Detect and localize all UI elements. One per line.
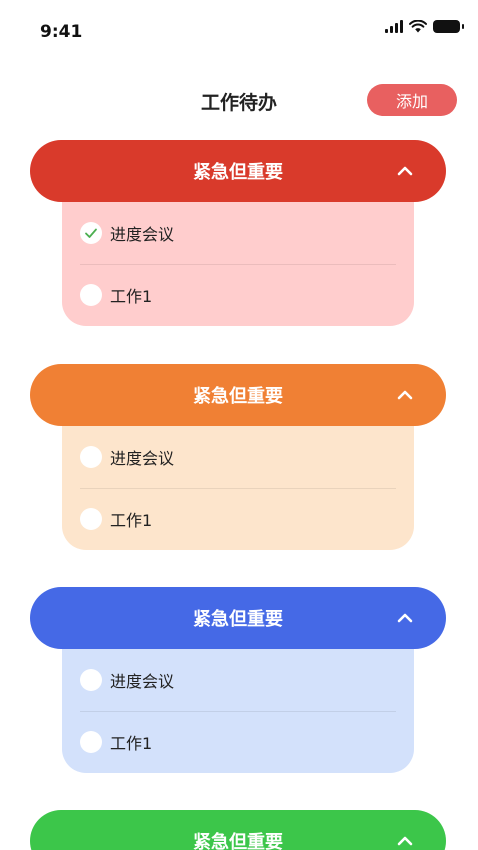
- todo-item[interactable]: 工作1: [62, 264, 414, 326]
- add-button[interactable]: 添加: [367, 84, 457, 116]
- checkbox-unchecked[interactable]: [80, 284, 102, 306]
- todo-group-orange: 紧急但重要 进度会议 工作1: [30, 364, 446, 550]
- group-body: 进度会议 工作1: [62, 637, 414, 773]
- todo-label: 工作1: [110, 511, 153, 530]
- todo-item[interactable]: 工作1: [62, 488, 414, 550]
- status-icons: [385, 20, 464, 33]
- checkbox-unchecked[interactable]: [80, 669, 102, 691]
- group-title: 紧急但重要: [193, 832, 283, 850]
- chevron-up-icon[interactable]: [396, 386, 414, 404]
- wifi-icon: [409, 20, 427, 33]
- todo-group-red: 紧急但重要 进度会议 工作1: [30, 140, 446, 326]
- group-body: 进度会议 工作1: [62, 414, 414, 550]
- checkmark-icon: [85, 228, 97, 238]
- todo-group-green: 紧急但重要: [30, 810, 446, 850]
- status-time: 9:41: [40, 22, 83, 42]
- chevron-up-icon[interactable]: [396, 609, 414, 627]
- todo-item[interactable]: 工作1: [62, 711, 414, 773]
- group-body: 进度会议 工作1: [62, 190, 414, 326]
- group-header[interactable]: 紧急但重要: [30, 810, 446, 850]
- checkbox-checked[interactable]: [80, 222, 102, 244]
- status-bar: 9:41: [0, 0, 478, 64]
- chevron-up-icon[interactable]: [396, 162, 414, 180]
- checkbox-unchecked[interactable]: [80, 731, 102, 753]
- chevron-up-icon[interactable]: [396, 832, 414, 850]
- battery-icon: [433, 20, 464, 33]
- todo-label: 进度会议: [110, 225, 175, 244]
- todo-item[interactable]: 进度会议: [62, 426, 414, 488]
- group-header[interactable]: 紧急但重要: [30, 364, 446, 426]
- todo-group-blue: 紧急但重要 进度会议 工作1: [30, 587, 446, 773]
- group-title: 紧急但重要: [193, 609, 283, 630]
- cellular-signal-icon: [385, 20, 403, 33]
- group-header[interactable]: 紧急但重要: [30, 140, 446, 202]
- todo-label: 工作1: [110, 734, 153, 753]
- todo-label: 进度会议: [110, 449, 175, 468]
- header: 工作待办 添加: [0, 78, 478, 122]
- todo-item[interactable]: 进度会议: [62, 649, 414, 711]
- group-header[interactable]: 紧急但重要: [30, 587, 446, 649]
- todo-item[interactable]: 进度会议: [62, 202, 414, 264]
- group-title: 紧急但重要: [193, 162, 283, 183]
- checkbox-unchecked[interactable]: [80, 508, 102, 530]
- todo-label: 进度会议: [110, 672, 175, 691]
- checkbox-unchecked[interactable]: [80, 446, 102, 468]
- todo-label: 工作1: [110, 287, 153, 306]
- group-title: 紧急但重要: [193, 386, 283, 407]
